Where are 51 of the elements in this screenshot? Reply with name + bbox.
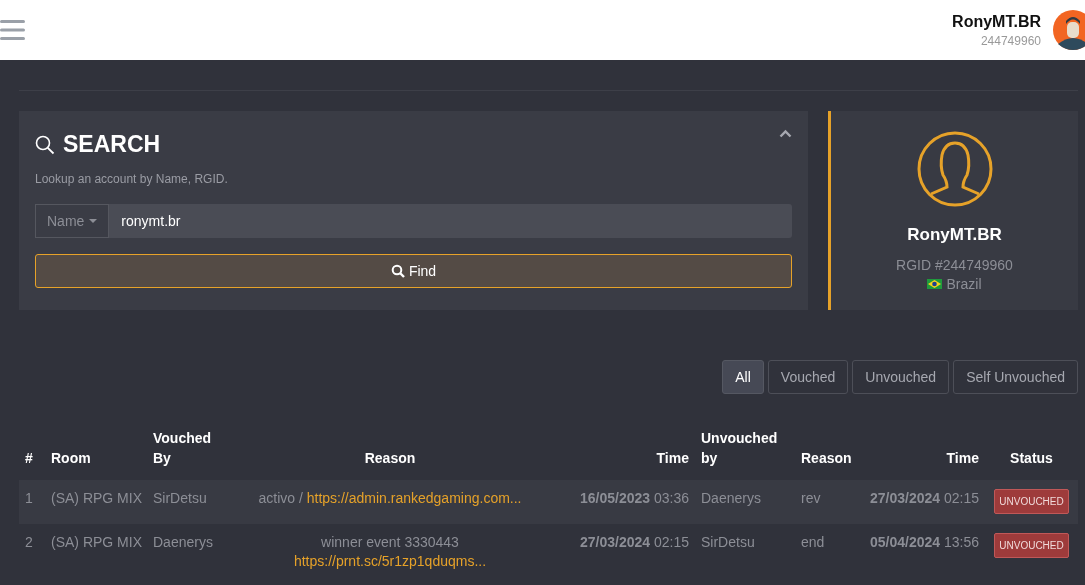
search-icon bbox=[35, 134, 55, 155]
table-cell: SirDetsu bbox=[153, 490, 207, 506]
table-cell: SirDetsu bbox=[701, 534, 755, 550]
column-header: # bbox=[25, 450, 33, 466]
search-subtitle: Lookup an account by Name, RGID. bbox=[35, 172, 229, 186]
flag-icon bbox=[927, 279, 943, 289]
unvouch-time: 05/04/2024 13:56 bbox=[870, 534, 979, 550]
column-header: Reason bbox=[801, 450, 852, 466]
table-cell: Daenerys bbox=[701, 490, 761, 506]
column-header: Status bbox=[1010, 450, 1053, 466]
vouch-time: 27/03/2024 02:15 bbox=[580, 534, 689, 550]
filter-tab[interactable]: Unvouched bbox=[852, 360, 950, 394]
menu-icon[interactable] bbox=[0, 20, 25, 40]
column-header: Room bbox=[51, 450, 91, 466]
column-header: Time bbox=[946, 450, 979, 466]
search-title: SEARCH bbox=[63, 131, 161, 158]
table-cell: rev bbox=[801, 490, 821, 506]
user-name: RonyMT.BR bbox=[952, 12, 1041, 31]
unvouch-time: 27/03/2024 02:15 bbox=[870, 490, 979, 506]
profile-name: RonyMT.BR bbox=[907, 225, 1002, 245]
caret-icon bbox=[89, 219, 98, 223]
column-header: Vouched By bbox=[153, 430, 212, 466]
column-header: Reason bbox=[364, 450, 416, 466]
user-id: 244749960 bbox=[980, 33, 1041, 48]
column-header: Unvouched by bbox=[701, 430, 778, 466]
table-cell: end bbox=[801, 534, 825, 550]
reason-link[interactable]: https://admin.rankedgaming.com... bbox=[306, 490, 522, 506]
table-cell: Daenerys bbox=[153, 534, 213, 550]
table-cell: (SA) RPG MIX bbox=[51, 490, 142, 506]
column-header: Time bbox=[656, 450, 689, 466]
reason-text: winner event 3330443 https://prnt.sc/5r1zp1qduqms... bbox=[293, 534, 487, 569]
vouch-time: 16/05/2023 03:36 bbox=[580, 490, 689, 506]
find-button[interactable]: Find bbox=[35, 254, 792, 288]
filter-tab[interactable]: Self Unvouched bbox=[953, 360, 1078, 394]
table-cell: (SA) RPG MIX bbox=[51, 534, 142, 550]
profile-country: Brazil bbox=[946, 276, 982, 292]
search-icon bbox=[390, 264, 405, 278]
filter-tab[interactable]: Vouched bbox=[767, 360, 849, 394]
avatar-icon[interactable] bbox=[1053, 10, 1085, 50]
filter-tab[interactable]: All bbox=[722, 360, 764, 394]
status-badge: UNVOUCHED bbox=[994, 533, 1069, 558]
reason-link[interactable]: https://prnt.sc/5r1zp1qduqms... bbox=[293, 553, 487, 569]
row-index: 1 bbox=[25, 490, 33, 506]
field-type-dropdown[interactable]: Name bbox=[35, 204, 110, 238]
search-field[interactable]: ronymt.br bbox=[109, 204, 792, 238]
collapse-icon[interactable] bbox=[779, 129, 792, 138]
reason-text: activo / https://admin.rankedgaming.com... bbox=[258, 490, 522, 506]
status-badge: UNVOUCHED bbox=[994, 489, 1069, 514]
profile-rgid: RGID #244749960 bbox=[896, 257, 1013, 273]
row-index: 2 bbox=[25, 534, 33, 550]
user-icon bbox=[916, 131, 993, 207]
